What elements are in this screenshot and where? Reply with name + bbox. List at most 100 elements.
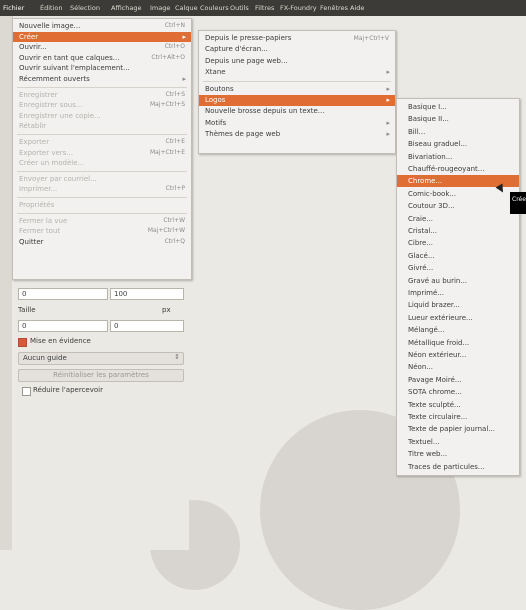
menu-item-logos[interactable]: Logos ▸ — [199, 95, 395, 107]
menu-item-label: Thèmes de page web — [205, 130, 281, 139]
menu-separator — [17, 197, 187, 198]
guides-dropdown[interactable]: Aucun guide ⇕ — [18, 352, 184, 365]
menu-item-ouvrir-suivant-l-emplacement[interactable]: Ouvrir suivant l'emplacement... — [13, 63, 191, 74]
menu-item-label: Nouvelle brosse depuis un texte... — [205, 107, 325, 116]
submenu-arrow-icon: ▸ — [182, 32, 186, 41]
menu-item-label: SOTA chrome... — [408, 388, 462, 397]
menu-separator — [17, 212, 187, 214]
menu-aide[interactable]: Aide — [350, 4, 364, 12]
menu-item-label: Cibre... — [408, 239, 433, 248]
menu-fichier[interactable]: Fichier — [3, 4, 24, 12]
menu-calque[interactable]: Calque — [175, 4, 198, 12]
logo-item-bill[interactable]: Bill... — [397, 126, 519, 138]
menu-item-label: Nouvelle image... — [19, 22, 81, 30]
size-width-field[interactable]: 0 — [18, 320, 108, 332]
menu-item-exporter-vers[interactable]: Exporter vers... Maj+Ctrl+E — [13, 148, 191, 159]
menu-item-retablir[interactable]: Rétablir — [13, 121, 191, 132]
logo-item-chauffe-rougeoyant[interactable]: Chauffé-rougeoyant... — [397, 163, 519, 175]
size-height-field[interactable]: 0 — [110, 320, 184, 332]
logo-item-metallique-froid[interactable]: Métallique froid... — [397, 337, 519, 349]
menu-item-nouvelle-brosse-depuis-un-texte[interactable]: Nouvelle brosse depuis un texte... — [199, 106, 395, 117]
unit-selector[interactable]: px — [162, 306, 171, 314]
logo-item-pavage-moire[interactable]: Pavage Moiré... — [397, 374, 519, 386]
reset-parameters-button[interactable]: Réinitialiser les paramètres — [18, 369, 184, 382]
menu-affichage[interactable]: Affichage — [111, 4, 142, 12]
reset-parameters-label: Réinitialiser les paramètres — [53, 371, 149, 379]
logo-item-bivariation[interactable]: Bivariation... — [397, 151, 519, 163]
logo-item-givre[interactable]: Givré... — [397, 262, 519, 274]
menu-item-creer[interactable]: Créer ▸ — [13, 31, 191, 43]
menu-item-creer-un-modele[interactable]: Créer un modèle... — [13, 158, 191, 169]
logo-item-texte-circulaire[interactable]: Texte circulaire... — [397, 411, 519, 423]
logo-item-neon[interactable]: Néon... — [397, 361, 519, 373]
menu-item-recemment-ouverts[interactable]: Récemment ouverts ▸ — [13, 74, 191, 85]
logo-item-liquid-brazer[interactable]: Liquid brazer... — [397, 299, 519, 311]
menu-item-exporter[interactable]: Exporter Ctrl+E — [13, 137, 191, 148]
logo-item-textuel[interactable]: Textuel... — [397, 436, 519, 448]
highlight-checkbox[interactable] — [18, 338, 27, 347]
position-y-field[interactable]: 100 — [110, 288, 184, 300]
menu-filtres[interactable]: Filtres — [255, 4, 274, 12]
menu-item-xtane[interactable]: Xtane ▸ — [199, 67, 395, 78]
menu-couleurs[interactable]: Couleurs — [200, 4, 229, 12]
logo-item-grave-au-burin[interactable]: Gravé au burin... — [397, 275, 519, 287]
logo-item-basique-ii[interactable]: Basique II... — [397, 113, 519, 125]
menu-item-motifs[interactable]: Motifs ▸ — [199, 118, 395, 129]
menu-item-nouvelle-image[interactable]: Nouvelle image... Ctrl+N — [13, 21, 191, 32]
menu-item-imprimer[interactable]: Imprimer... Ctrl+P — [13, 184, 191, 195]
logo-item-craie[interactable]: Craie... — [397, 213, 519, 225]
menu-item-enregistrer[interactable]: Enregistrer Ctrl+S — [13, 90, 191, 101]
logo-item-imprime[interactable]: Imprimé... — [397, 287, 519, 299]
logo-item-traces-de-particules[interactable]: Traces de particules... — [397, 461, 519, 473]
position-y-value: 100 — [114, 290, 128, 298]
menu-item-label: Bill... — [408, 127, 426, 136]
menu-item-envoyer-par-courriel[interactable]: Envoyer par courriel... — [13, 174, 191, 185]
logo-item-cibre[interactable]: Cibre... — [397, 237, 519, 249]
logo-item-biseau-graduel[interactable]: Biseau graduel... — [397, 138, 519, 150]
shrink-checkbox[interactable] — [22, 387, 31, 396]
menu-item-label: Imprimé... — [408, 289, 444, 297]
menu-selection[interactable]: Sélection — [70, 4, 100, 12]
logo-item-basique-i[interactable]: Basique I... — [397, 101, 519, 113]
menu-item-label: Enregistrer — [19, 90, 58, 99]
menu-item-shortcut: Maj+Ctrl+W — [147, 227, 185, 235]
menu-item-enregistrer-sous[interactable]: Enregistrer sous... Maj+Ctrl+S — [13, 100, 191, 111]
logo-item-texte-sculpte[interactable]: Texte sculpté... — [397, 399, 519, 411]
position-x-field[interactable]: 0 — [18, 288, 108, 300]
menu-outils[interactable]: Outils — [230, 4, 249, 12]
menu-item-ouvrir[interactable]: Ouvrir... Ctrl+O — [13, 42, 191, 53]
size-label: Taille — [18, 306, 36, 314]
menu-item-label: Envoyer par courriel... — [19, 174, 97, 183]
menu-item-quitter[interactable]: Quitter Ctrl+Q — [13, 237, 191, 248]
logo-item-cristal[interactable]: Cristal... — [397, 225, 519, 237]
menu-image[interactable]: Image — [150, 4, 170, 12]
logo-item-sota-chrome[interactable]: SOTA chrome... — [397, 386, 519, 398]
logo-item-coutour-3d[interactable]: Coutour 3D... — [397, 200, 519, 212]
logo-item-titre-web[interactable]: Titre web... — [397, 448, 519, 460]
logo-item-lueur-exterieure[interactable]: Lueur extérieure... — [397, 312, 519, 324]
menu-item-capture-d-ecran[interactable]: Capture d'écran... — [199, 44, 395, 55]
menu-item-depuis-une-page-web[interactable]: Depuis une page web... — [199, 56, 395, 67]
menu-item-shortcut: Ctrl+Q — [164, 237, 185, 245]
menu-fx-foundry[interactable]: FX-Foundry — [280, 4, 317, 12]
logo-item-melange[interactable]: Mélangé... — [397, 324, 519, 336]
menu-separator — [203, 80, 391, 82]
menu-item-boutons[interactable]: Boutons ▸ — [199, 84, 395, 95]
guides-dropdown-value: Aucun guide — [23, 354, 67, 362]
menu-item-label: Titre web... — [408, 450, 448, 459]
logo-item-texte-de-papier-journal[interactable]: Texte de papier journal... — [397, 423, 519, 435]
menu-item-ouvrir-en-tant-que-calques[interactable]: Ouvrir en tant que calques... Ctrl+Alt+O — [13, 53, 191, 64]
menu-item-proprietes[interactable]: Propriétés — [13, 200, 191, 211]
logo-item-neon-exterieur[interactable]: Néon extérieur... — [397, 349, 519, 361]
menu-edition[interactable]: Édition — [40, 4, 63, 12]
menu-item-fermer-la-vue[interactable]: Fermer la vue Ctrl+W — [13, 216, 191, 227]
menu-item-enregistrer-une-copie[interactable]: Enregistrer une copie... — [13, 111, 191, 122]
submenu-arrow-icon: ▸ — [386, 96, 390, 104]
logo-item-glace[interactable]: Glacé... — [397, 250, 519, 262]
menu-item-fermer-tout[interactable]: Fermer tout Maj+Ctrl+W — [13, 226, 191, 237]
menu-fenetres[interactable]: Fenêtres — [320, 4, 348, 12]
menu-item-depuis-le-presse-papiers[interactable]: Depuis le presse-papiers Maj+Ctrl+V — [199, 33, 395, 44]
menu-item-label: Logos — [205, 96, 226, 104]
menu-item-shortcut: Ctrl+N — [164, 22, 185, 29]
menu-item-themes-de-page-web[interactable]: Thèmes de page web ▸ — [199, 129, 395, 140]
